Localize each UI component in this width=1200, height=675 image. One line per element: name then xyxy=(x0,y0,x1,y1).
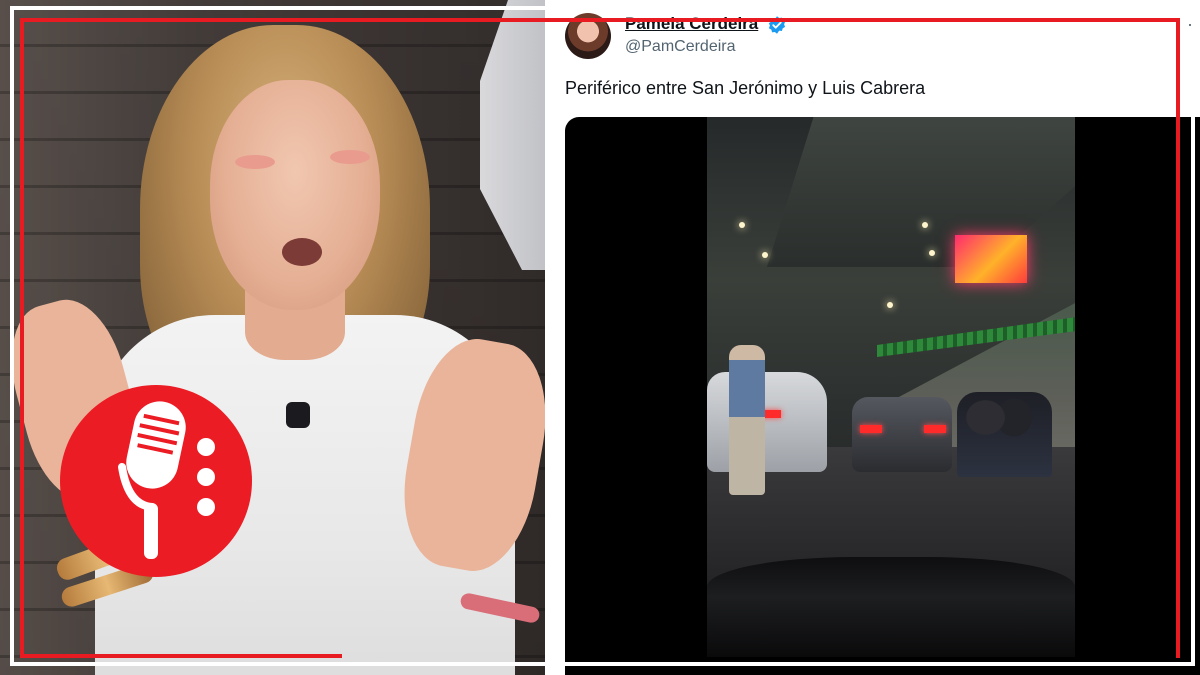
author-handle[interactable]: @PamCerdeira xyxy=(625,38,736,56)
street-light xyxy=(929,250,935,256)
tweet-card[interactable]: Pamela Cerdeira @PamCerdeira · Periféric… xyxy=(545,0,1200,675)
lapel-microphone xyxy=(286,402,310,428)
speaker-mouth xyxy=(282,238,322,266)
microphone-icon xyxy=(118,401,215,559)
red-frame-top xyxy=(20,18,1180,22)
speaker-eye-right xyxy=(330,150,370,164)
white-frame-top xyxy=(10,6,1195,10)
red-frame-bottom xyxy=(20,654,342,658)
video-frame xyxy=(707,117,1075,657)
white-frame-left xyxy=(10,6,14,666)
white-frame-bottom xyxy=(10,662,1195,666)
podcast-badge xyxy=(60,385,252,577)
red-frame-left xyxy=(20,18,24,658)
speaker-eye-left xyxy=(235,155,275,169)
street-light xyxy=(739,222,745,228)
speaker-face xyxy=(210,80,380,310)
thumbnail-canvas: Pamela Cerdeira @PamCerdeira · Periféric… xyxy=(0,0,1200,675)
street-light xyxy=(762,252,768,258)
red-frame-right xyxy=(1176,18,1180,658)
white-car xyxy=(707,372,827,472)
white-frame-right xyxy=(1191,6,1195,666)
tail-light xyxy=(860,425,882,433)
speaker-video[interactable] xyxy=(0,0,545,675)
street-light xyxy=(922,222,928,228)
street-light xyxy=(887,302,893,308)
tweet-text: Periférico entre San Jerónimo y Luis Cab… xyxy=(565,78,926,98)
crowd-of-people xyxy=(957,392,1052,477)
walking-man xyxy=(729,345,765,495)
dark-car xyxy=(852,397,952,472)
tweet-video[interactable] xyxy=(565,117,1200,675)
car-dashboard xyxy=(707,557,1075,657)
tail-light xyxy=(924,425,946,433)
author-name[interactable]: Pamela Cerdeira xyxy=(625,14,758,34)
overpass xyxy=(767,117,1075,267)
led-billboard xyxy=(955,235,1027,283)
